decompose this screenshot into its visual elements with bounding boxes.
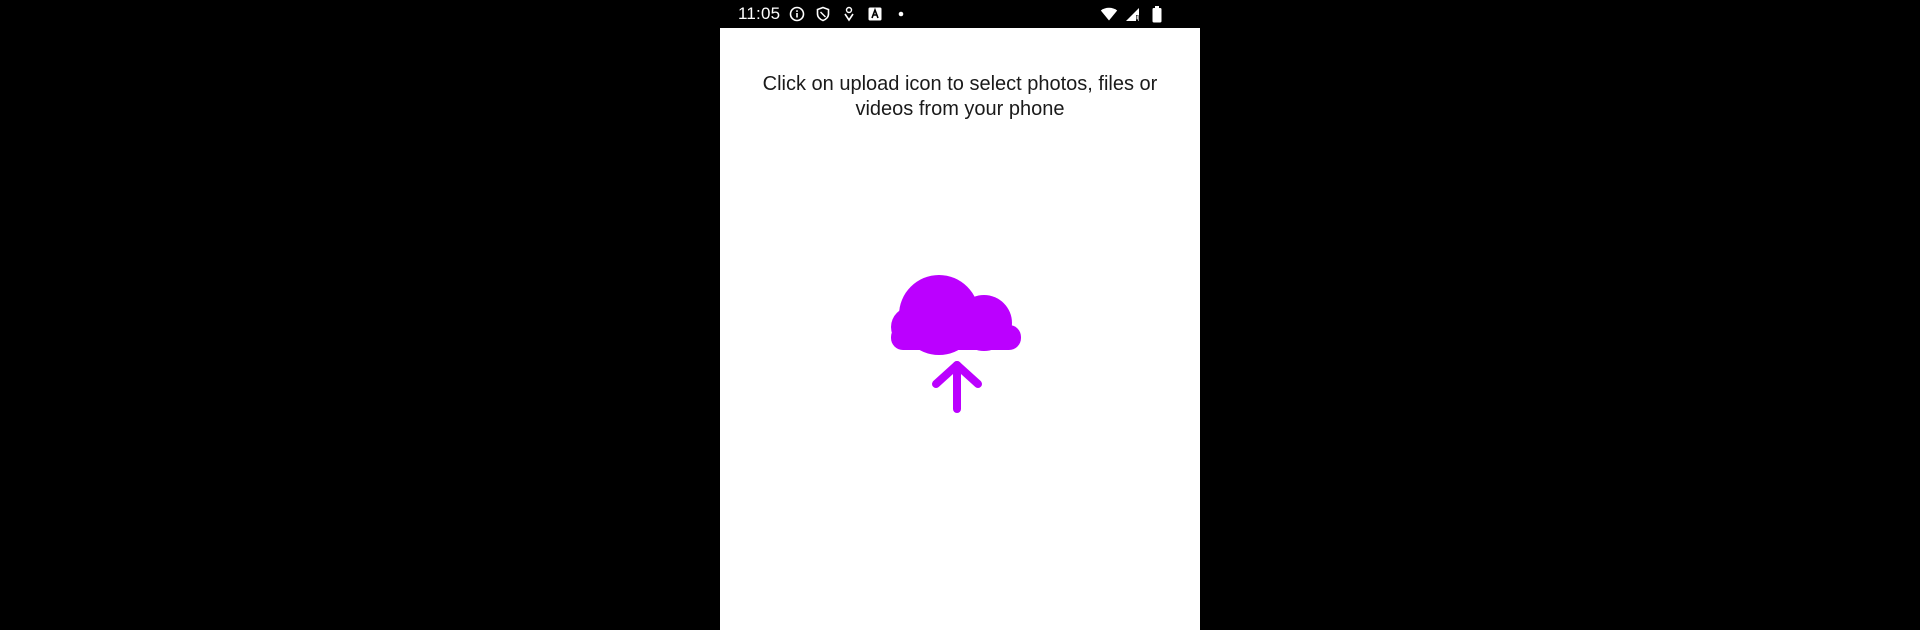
status-right xyxy=(1100,0,1166,28)
upload-button[interactable] xyxy=(887,265,1027,415)
dot-icon xyxy=(892,5,910,23)
location-pin-icon xyxy=(840,5,858,23)
shield-icon xyxy=(814,5,832,23)
signal-icon xyxy=(1124,5,1142,23)
status-bar: 11:05 xyxy=(720,0,1200,28)
phone-screen: 11:05 Click on upload icon to select pho… xyxy=(720,0,1200,630)
status-left: 11:05 xyxy=(738,0,910,28)
battery-icon xyxy=(1148,5,1166,23)
status-time: 11:05 xyxy=(738,4,781,23)
font-a-icon xyxy=(866,5,884,23)
instruction-text: Click on upload icon to select photos, f… xyxy=(762,73,1158,120)
cloud-upload-icon[interactable] xyxy=(887,265,1027,415)
screen: 11:05 Click on upload icon to select pho… xyxy=(0,0,1920,630)
info-icon xyxy=(788,5,806,23)
wifi-icon xyxy=(1100,5,1118,23)
